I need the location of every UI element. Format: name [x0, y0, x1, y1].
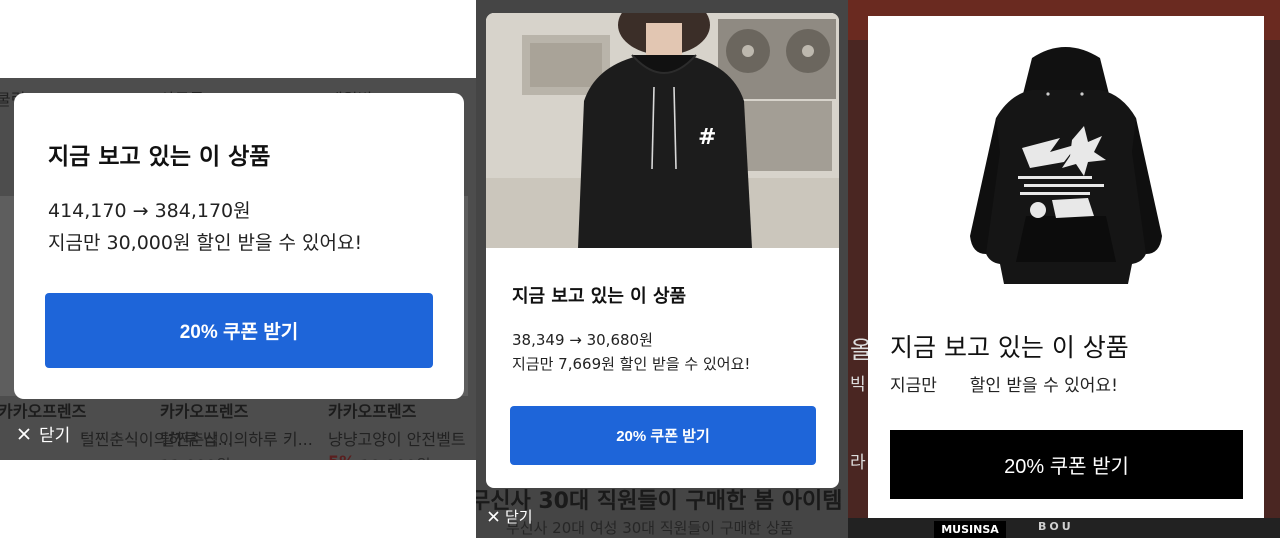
discount-message: 지금만 30,000원 할인 받을 수 있어요!: [48, 232, 363, 254]
discount-message: 지금만 7,669원 할인 받을 수 있어요!: [512, 355, 751, 373]
discount-message-suffix: 할인 받을 수 있어요!: [969, 376, 1118, 396]
get-coupon-button[interactable]: 20% 쿠폰 받기: [510, 406, 816, 465]
bg-item-3: 냥냥고양이 안전벨트: [328, 430, 466, 449]
bg-nav-item: BOU: [1038, 520, 1074, 533]
product-photo: #: [486, 13, 839, 248]
bg-brand-1: 카카오프렌즈: [0, 402, 87, 421]
modal-title: 지금 보고 있는 이 상품: [512, 286, 687, 307]
discount-message: 지금만 할인 받을 수 있어요!: [890, 371, 1118, 396]
price-change: 414,170 → 384,170원: [48, 200, 251, 222]
modal-title: 지금 보고 있는 이 상품: [48, 144, 271, 170]
musinsa-logo: MUSINSA: [934, 521, 1006, 538]
bg-brand-2: 카카오프렌즈: [160, 402, 249, 421]
bg-brand-3: 카카오프렌즈: [328, 402, 417, 421]
close-icon: [18, 427, 30, 440]
price-change: 38,349 → 30,680원: [512, 331, 653, 349]
panel-1: 쿨린 상급몰 애월빌 카카오프렌즈 카카오프렌즈 카카오프렌즈 털찐춘식이의하루…: [0, 0, 476, 538]
bg-text-c: 라: [850, 453, 866, 473]
close-icon: [488, 511, 499, 522]
bg-subline: 무신사 20대 여성 30대 직원들이 구매한 상품: [506, 519, 794, 537]
modal-title: 지금 보고 있는 이 상품: [890, 333, 1129, 362]
close-button[interactable]: 닫기: [488, 506, 533, 527]
get-coupon-button[interactable]: 20% 쿠폰 받기: [45, 293, 433, 368]
bg-text-b: 빅: [850, 375, 866, 395]
coupon-modal: 지금 보고 있는 이 상품 414,170 → 384,170원 지금만 30,…: [14, 93, 464, 399]
close-label: 닫기: [39, 426, 71, 446]
bg-price-2: 11,000원: [160, 452, 231, 460]
coupon-modal: 지금 보고 있는 이 상품 지금만 할인 받을 수 있어요! 20% 쿠폰 받기: [868, 16, 1264, 521]
hoodie-print-mark: #: [698, 125, 717, 150]
bg-item-2: 털찐춘식이의하루 키...: [160, 430, 313, 449]
get-coupon-button[interactable]: 20% 쿠폰 받기: [890, 430, 1243, 499]
panel-3: 올 빅 라 지금 보고 있는 이 상품 지금만 할인 받을 수 있어요! 20%…: [848, 0, 1280, 538]
discount-message-prefix: 지금만: [890, 376, 937, 396]
hoodie-model-image: [486, 13, 839, 248]
coupon-modal: # 지금 보고 있는 이 상품 38,349 → 30,680원 지금만 7,6…: [486, 13, 839, 488]
bg-price-3: 10,000원: [360, 452, 431, 460]
hoodie-product-image: [970, 47, 1162, 284]
panel-2: 무신사 30대 직원들이 구매한 봄 아이템 무신사 20대 여성 30대 직원…: [476, 0, 848, 538]
close-label: 닫기: [505, 508, 533, 526]
bg-discount-3: 5%: [328, 452, 355, 460]
close-button[interactable]: 닫기: [17, 421, 70, 446]
